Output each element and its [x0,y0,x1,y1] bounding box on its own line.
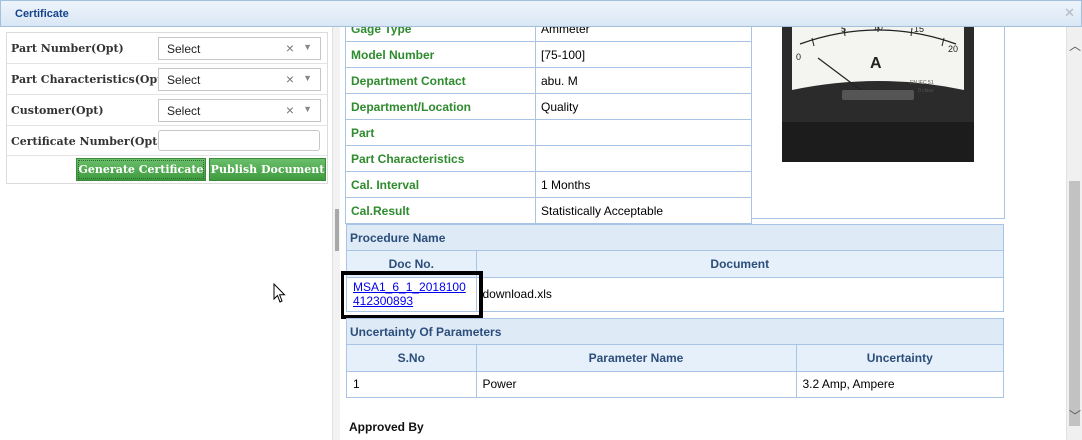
vertical-scrollbar[interactable]: ︿ ﹀ [1066,27,1082,440]
table-row: Cal. Interval 1 Months [345,171,752,198]
filter-form: Part Number(Opt) Select × ▼ Part Charact… [6,32,328,184]
info-value: abu. M [535,67,752,94]
dialog-title-bar: Certificate ✕ [0,0,1082,27]
table-row: Cal.Result Statistically Acceptable [345,197,752,224]
info-value: [75-100] [535,41,752,68]
meter-scale-label: 20 [948,44,958,54]
gage-info-table: Gage Type Ammeter Model Number [75-100] De… [345,27,752,224]
certificate-number-label: Certificate Number(Opt.) [11,135,167,148]
panel-splitter[interactable] [332,27,340,440]
part-number-label: Part Number(Opt) [11,42,124,55]
doc-no-link[interactable]: MSA1_6_1_2018100 412300893 [353,280,470,308]
meter-scale-label: 5 [841,27,846,34]
info-key: Gage Type [345,27,536,42]
table-row: Part [345,119,752,146]
procedure-table: Doc No. Document MSA1_6_1_2018100 412300… [341,251,1003,319]
clear-icon[interactable]: × [286,71,294,87]
gage-image: 0 5 10 15 20 A EN IEC 51 0 class [751,27,1005,219]
meter-letter: A [870,55,882,72]
approved-by-label: Approved By [349,420,424,434]
customer-row: Customer(Opt) Select × ▼ [7,95,327,126]
doc-no-link-line: 412300893 [353,294,414,309]
chevron-down-icon[interactable]: ▼ [303,42,312,52]
splitter-grip[interactable] [335,209,339,251]
uncertainty-cell: 3.2 Amp, Ampere [802,377,895,392]
info-key: Department/Location [345,93,536,120]
info-value [535,119,752,146]
uncertainty-table: S.No Parameter Name Uncertainty 1 Power … [347,345,1003,397]
doc-no-link-line: MSA1_6_1_2018100 [353,280,466,295]
certificate-number-row: Certificate Number(Opt.) [7,126,327,156]
part-characteristics-row: Part Characteristics(Opt) Select × ▼ [7,64,327,95]
scrollbar-thumb[interactable] [1069,181,1080,426]
clear-icon[interactable]: × [286,102,294,118]
info-key: Cal. Interval [345,171,536,198]
info-value: 1 Months [535,171,752,198]
info-key: Part [345,119,536,146]
info-value: Quality [535,93,752,120]
ammeter-image: 0 5 10 15 20 A EN IEC 51 0 class [782,27,974,162]
filter-panel: Part Number(Opt) Select × ▼ Part Charact… [0,27,332,440]
doc-no-cell: MSA1_6_1_2018100 412300893 [341,270,483,319]
publish-document-button[interactable]: Publish Document [209,158,326,181]
certificate-number-input[interactable] [158,130,320,151]
table-row: 1 Power 3.2 Amp, Ampere [347,371,1003,397]
table-row: Part Characteristics [345,145,752,172]
meter-scale-label: 10 [873,27,883,32]
customer-value: Select [167,104,201,118]
chevron-up-icon[interactable]: ︿ [1069,37,1081,54]
info-value: Ammeter [535,27,752,42]
part-characteristics-value: Select [167,73,201,87]
meter-maker-text: 0 class [918,88,934,94]
generate-certificate-button[interactable]: Generate Certificate [76,158,206,181]
parameter-header: Parameter Name [476,345,797,372]
uncertainty-section-title: Uncertainty Of Parameters [347,319,1003,345]
parameter-cell: Power [476,371,797,397]
sno-header: S.No [347,345,477,372]
table-header-row: Doc No. Document [347,251,1003,278]
info-value [535,145,752,172]
info-value: Statistically Acceptable [535,197,752,224]
uncertainty-section: Uncertainty Of Parameters S.No Parameter… [346,318,1004,398]
info-key: Part Characteristics [345,145,536,172]
document-header: Document [476,251,1003,278]
table-row: Gage Type Ammeter [345,27,752,42]
doc-no-header: Doc No. [347,251,477,278]
customer-select[interactable]: Select × ▼ [158,99,321,122]
info-key: Department Contact [345,67,536,94]
meter-scale-label: 15 [914,27,924,34]
certificate-preview: Gage Type Ammeter Model Number [75-100] De… [341,27,1066,440]
close-icon[interactable]: ✕ [1064,5,1075,21]
mouse-cursor-icon [273,283,286,303]
table-row: MSA1_6_1_2018100 412300893 download.xls [341,270,1003,319]
meter-maker-text: EN IEC 51 [910,80,934,86]
info-key: Cal.Result [345,197,536,224]
table-row: Department/Location Quality [345,93,752,120]
part-number-row: Part Number(Opt) Select × ▼ [7,33,327,64]
clear-icon[interactable]: × [286,40,294,56]
chevron-down-icon[interactable]: ▼ [303,104,312,114]
table-row: Department Contact abu. M [345,67,752,94]
part-characteristics-label: Part Characteristics(Opt) [11,73,168,86]
table-header-row: S.No Parameter Name Uncertainty [347,345,1003,372]
info-key: Model Number [345,41,536,68]
document-cell: download.xls [482,287,552,302]
customer-label: Customer(Opt) [11,104,104,117]
meter-scale-label: 0 [796,52,801,62]
procedure-section: Procedure Name Doc No. Document MSA1_6_1… [341,224,1004,319]
table-row: Model Number [75-100] [345,41,752,68]
dialog-title: Certificate [15,8,69,20]
procedure-section-title: Procedure Name [347,225,1003,251]
chevron-down-icon[interactable]: ▼ [303,73,312,83]
sno-cell: 1 [347,371,477,397]
part-number-select[interactable]: Select × ▼ [158,37,321,60]
chevron-down-icon[interactable]: ﹀ [1069,407,1081,424]
action-buttons: Generate Certificate Publish Document [7,156,327,183]
uncertainty-header: Uncertainty [796,345,1003,372]
part-characteristics-select[interactable]: Select × ▼ [158,68,321,91]
part-number-value: Select [167,42,201,56]
